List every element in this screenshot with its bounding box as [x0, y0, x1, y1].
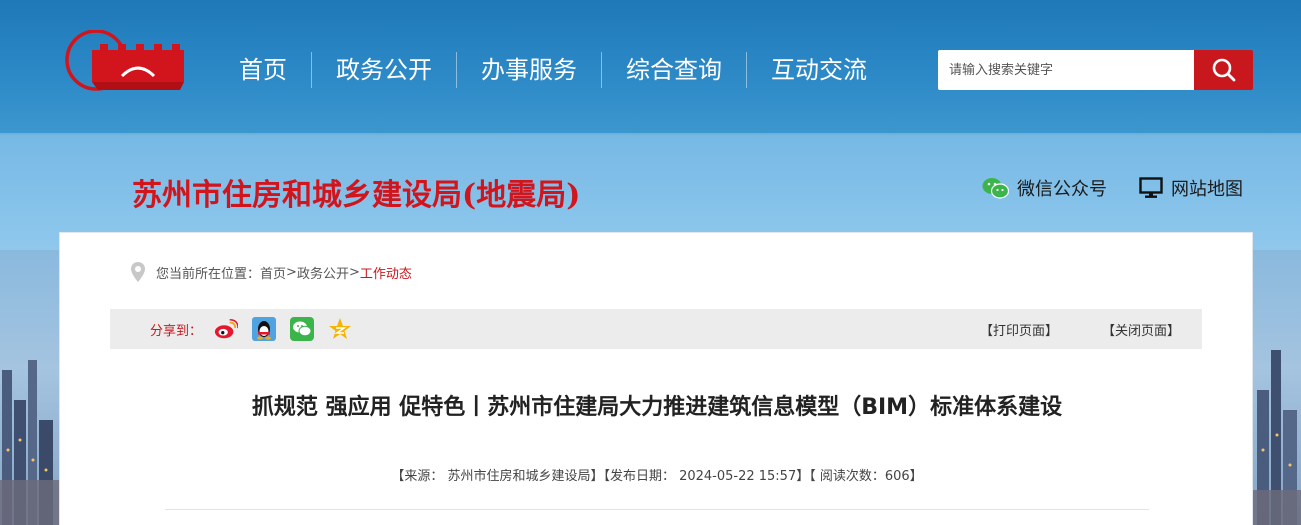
logo[interactable]: [62, 30, 188, 94]
breadcrumb-home[interactable]: 首页: [260, 263, 286, 282]
top-navigation-bar: 首页 政务公开 办事服务 综合查询 互动交流: [0, 0, 1301, 135]
search-icon: [1212, 58, 1235, 82]
weibo-icon: [214, 319, 239, 339]
wechat-icon: [290, 317, 315, 341]
share-qzone-button[interactable]: [328, 317, 352, 341]
breadcrumb-section[interactable]: 政务公开: [297, 263, 349, 282]
nav-item-government-affairs[interactable]: 政务公开: [312, 52, 457, 88]
article-meta: 【来源： 苏州市住房和城乡建设局】【发布日期： 2024-05-22 15:57…: [391, 469, 923, 484]
breadcrumb-separator: >: [286, 264, 297, 280]
nav-item-services[interactable]: 办事服务: [457, 52, 602, 88]
breadcrumb-separator: >: [348, 264, 360, 280]
search-button[interactable]: [1194, 50, 1253, 90]
sitemap-label: 网站地图: [1171, 179, 1243, 200]
share-label: 分享到：: [150, 323, 203, 339]
city-skyline-left: [0, 250, 59, 525]
wechat-account-link[interactable]: 微信公众号: [982, 175, 1107, 201]
search-box: [938, 50, 1253, 90]
share-bar: 分享到： 【打印页面】 【关闭页面】: [110, 309, 1202, 349]
print-page-button[interactable]: 【打印页面】: [980, 320, 1058, 339]
nav-item-interaction[interactable]: 互动交流: [747, 52, 891, 88]
nav-item-query[interactable]: 综合查询: [602, 52, 747, 88]
article-card: 您当前所在位置： 首页 > 政务公开 > 工作动态 分享到： 【打印页面】 【关…: [59, 232, 1253, 525]
close-page-button[interactable]: 【关闭页面】: [1102, 320, 1180, 339]
share-qq-button[interactable]: [252, 317, 277, 341]
main-nav: 首页 政务公开 办事服务 综合查询 互动交流: [215, 52, 891, 88]
breadcrumb-current[interactable]: 工作动态: [360, 263, 412, 282]
page-tools: 【打印页面】 【关闭页面】: [980, 309, 1180, 349]
sitemap-link[interactable]: 网站地图: [1139, 175, 1243, 201]
breadcrumb: 您当前所在位置： 首页 > 政务公开 > 工作动态: [130, 261, 412, 283]
site-title[interactable]: 苏州市住房和城乡建设局(地震局): [132, 170, 580, 214]
qq-icon: [252, 317, 277, 341]
header-links: 微信公众号 网站地图: [982, 175, 1243, 201]
wechat-icon: [982, 177, 1009, 199]
location-pin-icon: [131, 262, 145, 282]
search-input[interactable]: [938, 50, 1194, 90]
share-weibo-button[interactable]: [214, 317, 239, 341]
wechat-account-label: 微信公众号: [1017, 179, 1107, 200]
divider: [165, 509, 1149, 510]
nav-item-home[interactable]: 首页: [215, 52, 312, 88]
monitor-icon: [1139, 177, 1163, 198]
article-title: 抓规范 强应用 促特色丨苏州市住建局大力推进建筑信息模型（BIM）标准体系建设: [251, 395, 1063, 420]
city-skyline-right: [1253, 250, 1301, 525]
share-wechat-button[interactable]: [290, 317, 315, 341]
breadcrumb-prefix: 您当前所在位置：: [156, 266, 261, 282]
qzone-icon: [329, 318, 352, 339]
